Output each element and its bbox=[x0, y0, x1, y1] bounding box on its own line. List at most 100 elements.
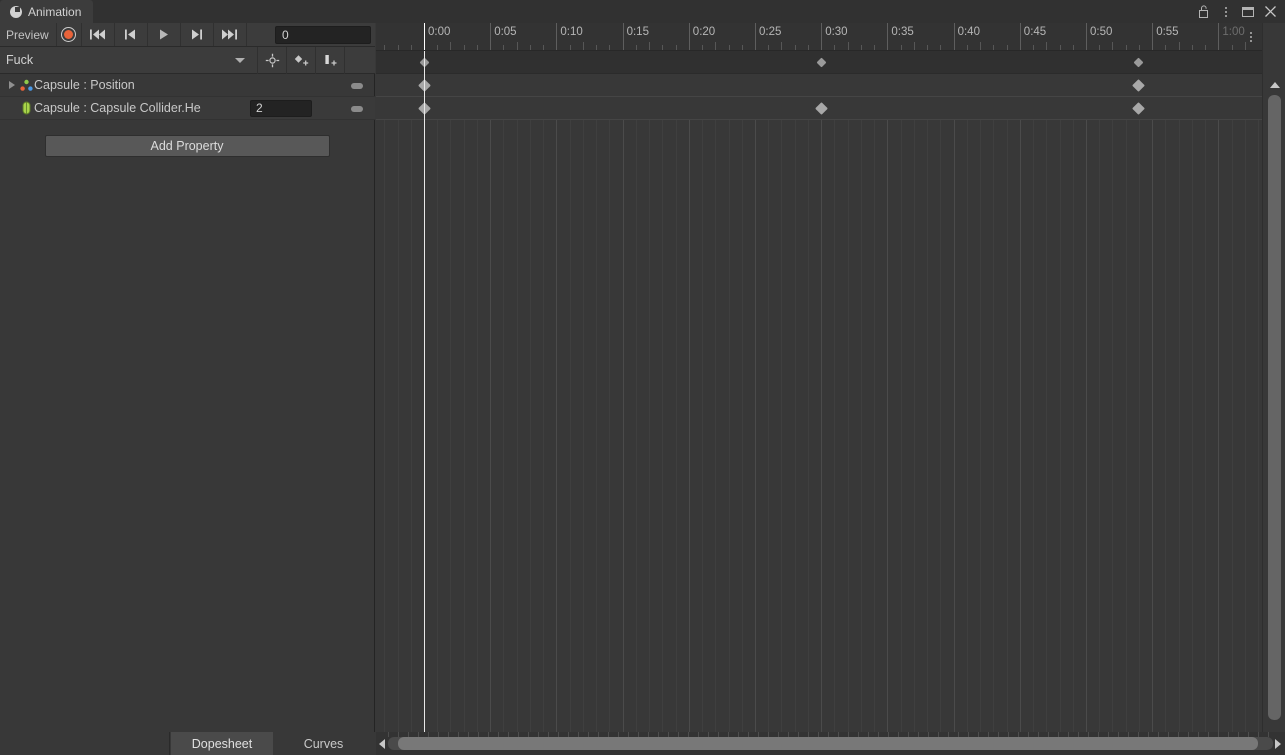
keyframe-pivot-button[interactable] bbox=[258, 46, 287, 74]
ruler-tick-minor bbox=[861, 45, 862, 50]
grid-line bbox=[729, 51, 730, 732]
ruler-tick-minor bbox=[676, 45, 677, 50]
tab-animation-label: Animation bbox=[28, 4, 82, 19]
add-keyframe-button[interactable] bbox=[287, 46, 316, 74]
grid-line bbox=[808, 51, 809, 732]
ruler-tick-minor bbox=[1033, 45, 1034, 50]
ruler-tick-label: 0:10 bbox=[560, 26, 583, 38]
ruler-tick-minor bbox=[517, 42, 518, 50]
horizontal-scrollbar-thumb[interactable] bbox=[398, 737, 1258, 750]
ruler-tick-minor bbox=[1007, 45, 1008, 50]
grid-line bbox=[649, 51, 650, 732]
ruler-tick-minor bbox=[1046, 42, 1047, 50]
ruler-tick-minor bbox=[1099, 45, 1100, 50]
ruler-tick-minor bbox=[834, 45, 835, 50]
preview-label[interactable]: Preview bbox=[0, 23, 56, 47]
ruler-tick-major bbox=[821, 23, 823, 50]
vertical-scrollbar-thumb[interactable] bbox=[1268, 95, 1281, 720]
arrow-left-icon[interactable] bbox=[376, 736, 388, 751]
property-label: Capsule : Capsule Collider.He bbox=[34, 101, 201, 115]
clip-dropdown-label: Fuck bbox=[6, 53, 34, 67]
grid-line bbox=[676, 51, 677, 732]
grid-line bbox=[556, 51, 557, 732]
tab-animation[interactable]: Animation bbox=[0, 0, 94, 23]
arrow-right-icon[interactable] bbox=[1272, 736, 1284, 751]
grid-line bbox=[1033, 51, 1034, 732]
grid-line bbox=[1112, 51, 1113, 732]
grid-line bbox=[490, 51, 491, 732]
record-icon bbox=[61, 27, 77, 42]
grid-line bbox=[530, 51, 531, 732]
horizontal-scrollbar[interactable] bbox=[376, 732, 1285, 755]
ruler-tick-minor bbox=[398, 45, 399, 50]
grid-line bbox=[609, 51, 610, 732]
close-icon[interactable] bbox=[1259, 0, 1281, 23]
add-property-button[interactable]: Add Property bbox=[44, 135, 330, 157]
grid-line bbox=[398, 51, 399, 732]
ruler-tick-minor bbox=[1232, 45, 1233, 50]
property-row-capsule-collider-height[interactable]: Capsule : Capsule Collider.He 2 bbox=[0, 97, 375, 120]
playhead-handle[interactable] bbox=[424, 23, 425, 50]
playback-toolbar: Preview 0 bbox=[0, 23, 375, 47]
vertical-scrollbar[interactable] bbox=[1262, 23, 1285, 732]
grid-line bbox=[834, 51, 835, 732]
ruler-tick-minor bbox=[609, 45, 610, 50]
capsule-collider-icon bbox=[18, 101, 34, 115]
property-value-input[interactable]: 2 bbox=[250, 100, 312, 117]
grid-line bbox=[1205, 51, 1206, 732]
grid-line bbox=[1232, 51, 1233, 732]
timeline-ruler[interactable]: 0:00 0:05 0:10 0:15 0:20 0:25 0:30 0:35 0:40 0:45… bbox=[376, 23, 1262, 51]
grid-line bbox=[464, 51, 465, 732]
tab-curves[interactable]: Curves bbox=[274, 732, 373, 755]
bottom-bar: Dopesheet Curves bbox=[0, 732, 1285, 755]
lock-open-icon[interactable] bbox=[1193, 0, 1215, 23]
grid-line bbox=[1165, 51, 1166, 732]
clock-icon bbox=[10, 5, 22, 18]
curve-toggle-icon[interactable] bbox=[351, 83, 363, 89]
ruler-tick-minor bbox=[980, 42, 981, 50]
prev-frame-button[interactable] bbox=[115, 23, 148, 46]
add-event-button[interactable] bbox=[316, 46, 345, 74]
grid-line bbox=[623, 51, 624, 732]
hierarchy-panel: Preview 0 Fuck Capsule: Position Capsul… bbox=[0, 23, 375, 732]
grid-line bbox=[1126, 51, 1127, 732]
ruler-tick-major bbox=[490, 23, 492, 50]
first-frame-button[interactable] bbox=[82, 23, 115, 46]
ruler-tick-minor bbox=[636, 45, 637, 50]
next-frame-button[interactable] bbox=[181, 23, 214, 46]
ruler-tick-minor bbox=[583, 42, 584, 50]
grid-line bbox=[517, 51, 518, 732]
ruler-tick-minor bbox=[1165, 45, 1166, 50]
grid-line bbox=[954, 51, 955, 732]
dopesheet-row[interactable] bbox=[376, 74, 1262, 97]
grid-line bbox=[1073, 51, 1074, 732]
ruler-tick-minor bbox=[662, 45, 663, 50]
last-frame-button[interactable] bbox=[214, 23, 247, 46]
add-property-wrap: Add Property bbox=[0, 120, 374, 157]
grid-line bbox=[795, 51, 796, 732]
tab-dopesheet[interactable]: Dopesheet bbox=[171, 732, 273, 755]
dopesheet-area[interactable] bbox=[376, 51, 1262, 732]
playhead[interactable] bbox=[424, 51, 425, 732]
ruler-tick-major bbox=[887, 23, 889, 50]
ruler-tick-major bbox=[953, 23, 955, 50]
ruler-tick-minor bbox=[993, 45, 994, 50]
grid-line bbox=[901, 51, 902, 732]
clip-dropdown[interactable]: Fuck bbox=[0, 47, 257, 74]
ruler-tick-major bbox=[755, 23, 756, 50]
maximize-icon[interactable] bbox=[1237, 0, 1259, 23]
curve-toggle-icon[interactable] bbox=[351, 106, 363, 112]
arrow-up-icon[interactable] bbox=[1263, 78, 1285, 92]
property-row-position[interactable]: Capsule : Position bbox=[0, 74, 375, 97]
ruler-tick-minor bbox=[795, 45, 796, 50]
foldout-arrow-icon[interactable] bbox=[5, 81, 18, 89]
play-button[interactable] bbox=[148, 23, 181, 46]
current-frame-input[interactable]: 0 bbox=[275, 26, 371, 44]
ruler-tick-minor bbox=[1179, 42, 1180, 50]
ruler-tick-label: 0:55 bbox=[1156, 26, 1179, 38]
ruler-tick-label: 0:45 bbox=[1023, 26, 1047, 38]
ruler-tick-minor bbox=[729, 45, 730, 50]
clip-toolbar: Fuck bbox=[0, 46, 375, 74]
kebab-menu-icon[interactable] bbox=[1215, 0, 1237, 23]
record-button[interactable] bbox=[55, 23, 82, 46]
